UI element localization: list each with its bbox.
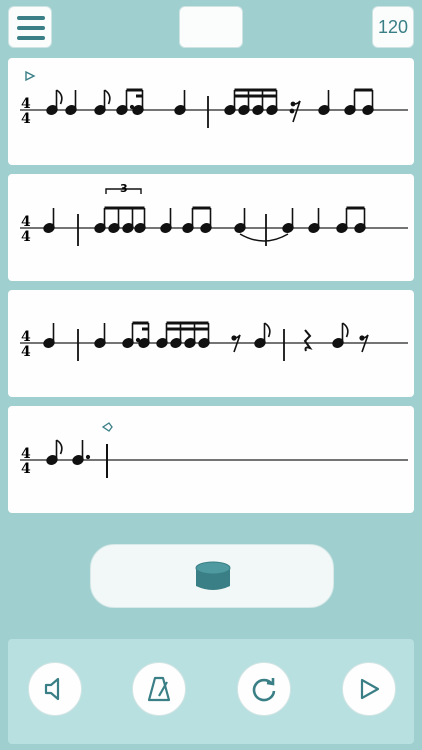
metronome-icon (147, 676, 171, 702)
time-sig-bottom: 4 (21, 344, 31, 360)
time-sig-top: 4 (21, 96, 31, 112)
staff-notation-2: 4 4 3 (20, 182, 408, 246)
staff-card-1[interactable]: 4 4 (8, 58, 414, 165)
time-sig-top: 4 (21, 214, 31, 230)
play-icon (360, 678, 380, 700)
loop-icon (252, 678, 276, 702)
tempo-value: 120 (377, 16, 409, 37)
staff-notation-1: 4 4 (20, 70, 408, 128)
staff-card-3[interactable]: 4 4 (8, 290, 414, 397)
time-sig-top: 4 (21, 446, 31, 462)
play-end-marker (101, 422, 113, 432)
record-pad[interactable] (90, 544, 334, 608)
play-start-marker (25, 70, 36, 82)
tempo-button[interactable]: 120 (372, 6, 414, 48)
staff-card-2[interactable]: 4 4 3 (8, 174, 414, 281)
time-sig-top: 4 (21, 329, 31, 345)
time-sig-bottom: 4 (21, 461, 31, 477)
metronome-button[interactable] (132, 662, 186, 716)
loop-button[interactable] (237, 662, 291, 716)
drum-icon (195, 561, 231, 590)
control-bar (8, 639, 414, 744)
staff-notation-3: 4 4 (20, 321, 408, 361)
mute-button[interactable] (28, 662, 82, 716)
title-box[interactable] (179, 6, 243, 48)
hamburger-menu-icon (17, 16, 45, 20)
staff-card-4[interactable]: 4 4 (8, 406, 414, 513)
speaker-icon (44, 677, 60, 701)
time-sig-bottom: 4 (21, 229, 31, 245)
time-sig-bottom: 4 (21, 111, 31, 127)
play-button[interactable] (342, 662, 396, 716)
tuplet-number: 3 (120, 182, 128, 195)
top-bar: 120 (0, 0, 422, 56)
menu-button[interactable] (8, 6, 52, 48)
staff-notation-4: 4 4 (20, 422, 408, 478)
